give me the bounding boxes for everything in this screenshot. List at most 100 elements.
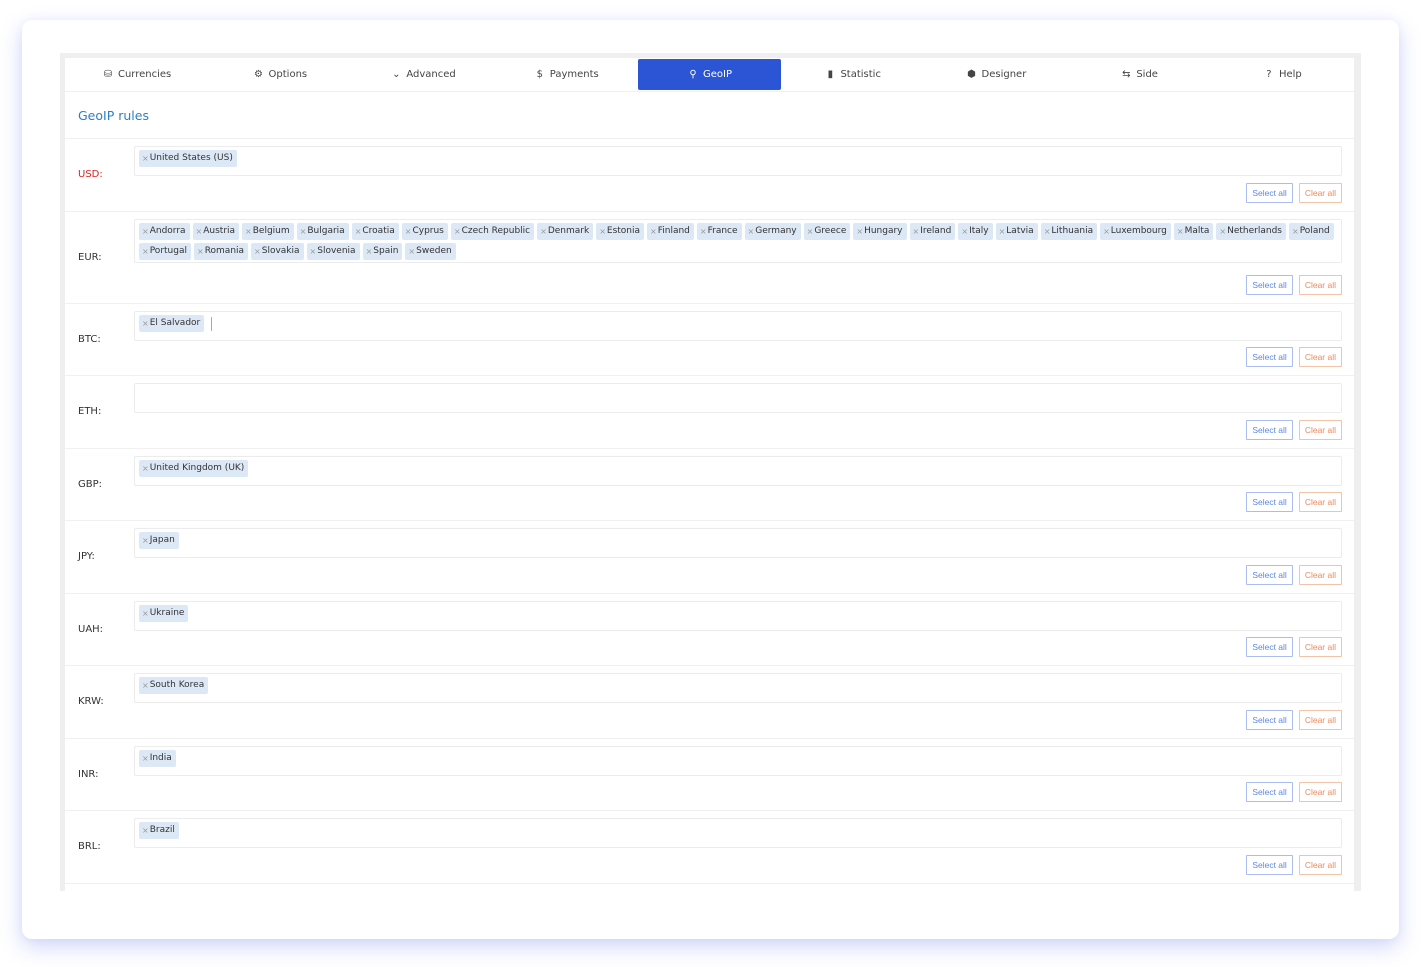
country-select-input[interactable] (134, 383, 1342, 413)
country-select-input[interactable]: × Brazil (134, 818, 1342, 848)
remove-tag-icon[interactable]: × (405, 223, 412, 240)
clear-all-button[interactable]: Clear all (1298, 564, 1342, 585)
select-all-button[interactable]: Select all (1246, 709, 1293, 730)
country-tag: × Latvia (995, 222, 1038, 240)
clear-all-button[interactable]: Clear all (1298, 709, 1342, 730)
select-all-button[interactable]: Select all (1246, 564, 1293, 585)
remove-tag-icon[interactable]: × (599, 223, 606, 240)
remove-tag-icon[interactable]: × (856, 223, 863, 240)
country-select-input[interactable]: × United Kingdom (UK) (134, 455, 1342, 486)
country-tag: × Brazil (139, 822, 179, 839)
rule-row-gbp: GBP: × United Kingdom (UK) Select all Clear … (65, 449, 1354, 521)
remove-tag-icon[interactable]: × (700, 223, 707, 240)
select-all-button[interactable]: Select all (1246, 782, 1293, 802)
remove-tag-icon[interactable]: × (310, 243, 317, 260)
tab-geoip[interactable]: ⚲ GeoIP (637, 59, 782, 90)
tab-side[interactable]: ⇆ Side (1068, 59, 1211, 90)
tab-statistic[interactable]: ▮ Statistic (781, 59, 924, 90)
remove-tag-icon[interactable]: × (1292, 223, 1299, 240)
rule-actions: Select all Clear all (1246, 564, 1342, 585)
remove-tag-icon[interactable]: × (366, 243, 373, 260)
remove-tag-icon[interactable]: × (540, 223, 547, 240)
rule-actions: Select all Clear all (1246, 637, 1342, 657)
rule-row-brl: BRL: × Brazil Select all Clear all (65, 811, 1354, 884)
select-all-button[interactable]: Select all (1246, 347, 1293, 367)
currency-label: KRW: (78, 696, 104, 708)
rule-actions: Select all Clear all (1246, 709, 1342, 730)
remove-tag-icon[interactable]: × (245, 223, 252, 240)
country-name: Netherlands (1227, 225, 1282, 236)
country-select-input[interactable]: × Japan (134, 528, 1342, 558)
select-all-button[interactable]: Select all (1246, 182, 1293, 203)
select-all-button[interactable]: Select all (1246, 854, 1293, 875)
remove-tag-icon[interactable]: × (454, 223, 461, 240)
remove-tag-icon[interactable]: × (196, 223, 203, 240)
remove-tag-icon[interactable]: × (650, 223, 657, 240)
select-all-button[interactable]: Select all (1246, 637, 1293, 657)
rule-row-inr: INR: × India Select all Clear all (65, 739, 1354, 811)
clear-all-button[interactable]: Clear all (1298, 854, 1342, 875)
remove-tag-icon[interactable]: × (961, 223, 968, 240)
country-select-input[interactable]: × United States (US) (134, 146, 1342, 176)
clear-all-button[interactable]: Clear all (1298, 347, 1342, 367)
select-all-button[interactable]: Select all (1246, 274, 1293, 295)
country-name: Luxembourg (1110, 225, 1167, 236)
clear-all-button[interactable]: Clear all (1298, 492, 1342, 512)
remove-tag-icon[interactable]: × (1103, 223, 1110, 240)
remove-tag-icon[interactable]: × (142, 605, 149, 622)
rule-row-usd: USD: × United States (US) Select all Clear a… (65, 139, 1354, 212)
remove-tag-icon[interactable]: × (142, 243, 149, 260)
tab-advanced[interactable]: ⌄ Advanced (351, 59, 494, 90)
rule-row-eur: EUR: × Andorra × Austria × Belgium × Bulgaria × Cr… (65, 212, 1354, 304)
country-tag: × Portugal (139, 242, 191, 260)
country-select-input[interactable]: × Ukraine (134, 600, 1342, 631)
country-name: Ireland (920, 225, 952, 236)
bar-chart-icon: ▮ (827, 69, 834, 80)
remove-tag-icon[interactable]: × (408, 243, 415, 260)
tab-bar: ⛁ Currencies ⚙ Options ⌄ Advanced $ Payments ⚲ Ge… (65, 58, 1354, 92)
remove-tag-icon[interactable]: × (748, 223, 755, 240)
remove-tag-icon[interactable]: × (142, 750, 149, 767)
currency-label: JPY: (78, 551, 95, 563)
remove-tag-icon[interactable]: × (142, 822, 149, 839)
remove-tag-icon[interactable]: × (1219, 223, 1226, 240)
remove-tag-icon[interactable]: × (999, 223, 1006, 240)
country-name: United States (US) (149, 153, 233, 163)
clear-all-button[interactable]: Clear all (1298, 182, 1342, 203)
remove-tag-icon[interactable]: × (142, 223, 149, 240)
remove-tag-icon[interactable]: × (142, 532, 149, 549)
country-tag: × Ireland (909, 222, 956, 240)
currency-label: ETH: (78, 406, 102, 418)
tab-options[interactable]: ⚙ Options (208, 59, 351, 90)
remove-tag-icon[interactable]: × (913, 223, 920, 240)
tab-payments[interactable]: $ Payments (495, 59, 638, 90)
tab-label: Payments (549, 69, 599, 80)
clear-all-button[interactable]: Clear all (1298, 637, 1342, 657)
select-all-button[interactable]: Select all (1246, 492, 1293, 512)
country-select-input[interactable]: × Andorra × Austria × Belgium × Bulgaria × Croati… (134, 218, 1342, 263)
remove-tag-icon[interactable]: × (142, 677, 149, 694)
remove-tag-icon[interactable]: × (1044, 223, 1051, 240)
tab-designer[interactable]: ⬢ Designer (924, 59, 1067, 90)
clear-all-button[interactable]: Clear all (1298, 419, 1342, 440)
remove-tag-icon[interactable]: × (142, 315, 149, 332)
tab-currencies[interactable]: ⛁ Currencies (65, 59, 208, 90)
remove-tag-icon[interactable]: × (355, 223, 362, 240)
remove-tag-icon[interactable]: × (142, 150, 149, 167)
country-tag: × United Kingdom (UK) (139, 459, 249, 477)
remove-tag-icon[interactable]: × (254, 243, 261, 260)
remove-tag-icon[interactable]: × (807, 223, 814, 240)
clear-all-button[interactable]: Clear all (1298, 782, 1342, 802)
tab-help[interactable]: ? Help (1211, 59, 1354, 90)
remove-tag-icon[interactable]: × (197, 243, 204, 260)
country-select-input[interactable]: × India (134, 745, 1342, 776)
select-all-button[interactable]: Select all (1246, 419, 1293, 440)
country-select-input[interactable]: × El Salvador (134, 310, 1342, 341)
clear-all-button[interactable]: Clear all (1298, 274, 1342, 295)
country-tag: × Bulgaria (296, 222, 349, 240)
remove-tag-icon[interactable]: × (1177, 223, 1184, 240)
remove-tag-icon[interactable]: × (300, 223, 307, 240)
country-select-input[interactable]: × South Korea (134, 673, 1342, 703)
remove-tag-icon[interactable]: × (142, 460, 149, 477)
country-tag: × Japan (139, 532, 179, 549)
